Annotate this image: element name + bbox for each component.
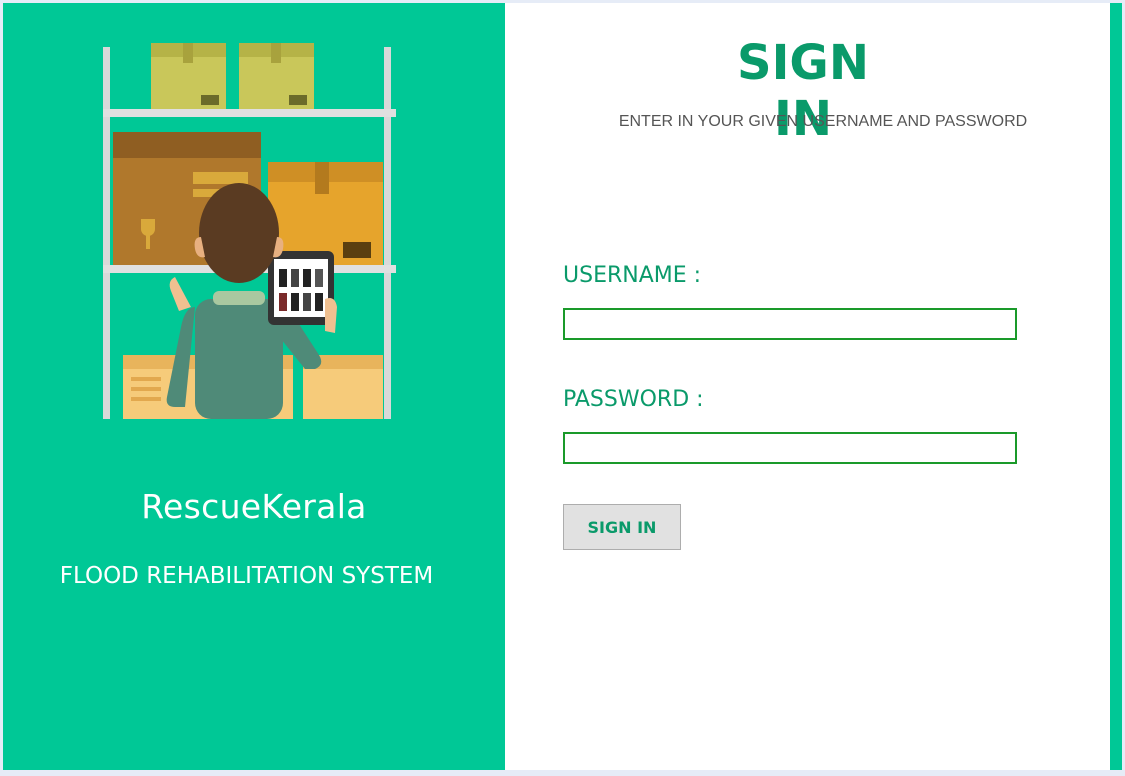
login-window: RescueKerala FLOOD REHABILITATION SYSTEM… [3, 3, 1122, 770]
right-accent-stripe [1110, 3, 1122, 770]
password-input[interactable] [563, 432, 1017, 464]
password-label: PASSWORD : [563, 387, 704, 412]
warehouse-worker-illustration [103, 43, 396, 419]
app-tagline: FLOOD REHABILITATION SYSTEM [59, 563, 434, 589]
page-subtitle: ENTER IN YOUR GIVEN USERNAME AND PASSWOR… [618, 113, 1028, 130]
brand-panel: RescueKerala FLOOD REHABILITATION SYSTEM [3, 3, 505, 770]
username-input[interactable] [563, 308, 1017, 340]
username-label: USERNAME : [563, 263, 702, 288]
app-name: RescueKerala [141, 487, 367, 526]
sign-in-button[interactable]: SIGN IN [563, 504, 681, 550]
